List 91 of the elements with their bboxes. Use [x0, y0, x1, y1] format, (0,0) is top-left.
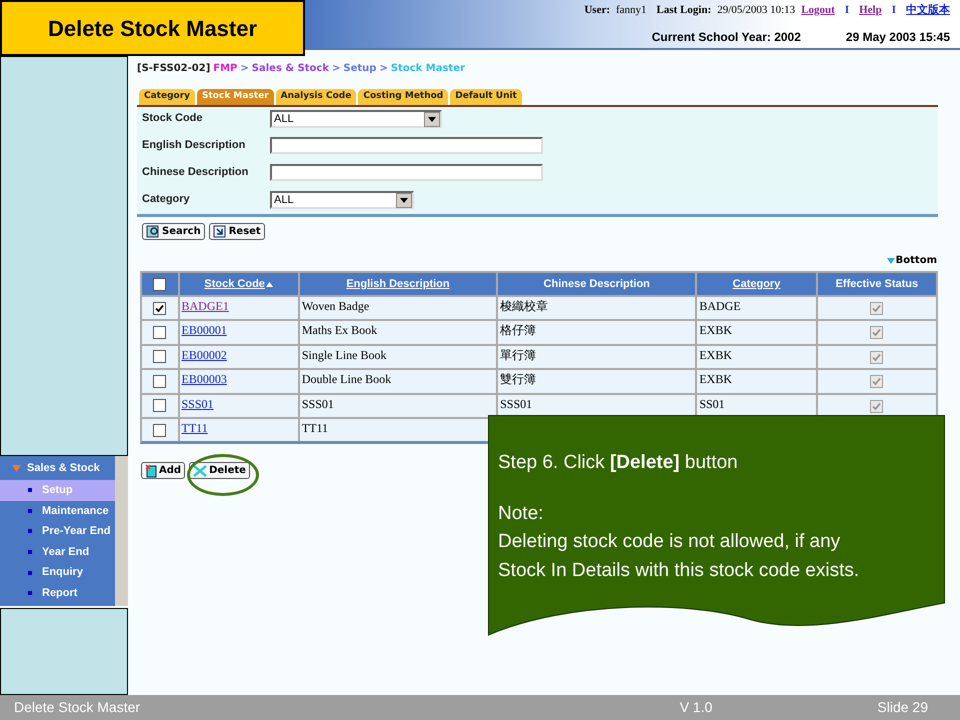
row-checkbox[interactable]: [153, 302, 166, 315]
note-title: Note:: [498, 502, 544, 526]
row-checkbox[interactable]: [153, 424, 166, 437]
link-separator: I: [892, 2, 896, 18]
school-year: Current School Year: 2002: [652, 29, 801, 46]
row-checkbox[interactable]: [153, 326, 166, 340]
bullet-icon: [28, 550, 32, 554]
user-name: fanny1: [616, 2, 647, 18]
toolbar-button[interactable]: Search: [142, 223, 205, 240]
dropdown[interactable]: ALL: [270, 191, 414, 209]
column-header: Chinese Description: [498, 273, 696, 295]
select-all-checkbox[interactable]: [153, 278, 166, 290]
table-cell: SSS01: [300, 394, 496, 417]
menu-item[interactable]: Report: [0, 582, 115, 604]
menu-item[interactable]: Year End: [0, 542, 115, 562]
field-label: Category: [142, 192, 191, 207]
menu-title: Sales & Stock: [27, 460, 100, 476]
last-login-label: Last Login:: [656, 2, 712, 18]
table-cell: Double Line Book: [300, 370, 496, 393]
menu-item[interactable]: Pre-Year End: [0, 521, 115, 542]
tab[interactable]: Analysis Code: [276, 89, 356, 105]
text-field[interactable]: [270, 137, 543, 154]
slide-number: Slide 29: [877, 698, 928, 717]
bottom-link[interactable]: Bottom: [886, 253, 937, 268]
table-cell: 梭織校章: [498, 297, 696, 320]
breadcrumb-separator: >: [379, 62, 388, 75]
column-header[interactable]: English Description: [300, 273, 496, 295]
toolbar-button[interactable]: Add: [141, 462, 186, 480]
breadcrumb-link[interactable]: Setup: [343, 61, 376, 75]
table-cell: 雙行簿: [498, 370, 696, 393]
menu-item[interactable]: Enquiry: [0, 562, 115, 583]
column-header[interactable]: Stock Code: [180, 273, 298, 295]
down-arrow-icon: [886, 258, 895, 264]
bullet-icon: [28, 508, 32, 513]
table-cell: 格仔簿: [498, 321, 696, 344]
screen-code: [S-FSS02-02]: [137, 62, 210, 75]
stock-code-link[interactable]: TT11: [182, 420, 208, 435]
table-cell: Woven Badge: [300, 297, 496, 320]
user-label: User:: [584, 2, 610, 18]
tab[interactable]: Category: [139, 89, 196, 105]
menu-item[interactable]: Maintenance: [0, 500, 115, 522]
bullet-icon: [28, 570, 32, 575]
version-label: V 1.0: [680, 698, 712, 717]
reset-icon: [212, 225, 227, 238]
table-cell: SSS01: [498, 394, 696, 417]
field-label: Stock Code: [142, 111, 204, 126]
breadcrumb-link[interactable]: Sales & Stock: [252, 61, 330, 75]
footer-title: Delete Stock Master: [14, 698, 142, 717]
tab[interactable]: Default Unit: [450, 89, 522, 105]
table-cell: Maths Ex Book: [300, 321, 496, 344]
slide-title: Delete Stock Master: [0, 0, 305, 56]
note-text: Deleting stock code is not allowed, if any Stock In Details with this stock code exists.: [498, 530, 860, 582]
row-checkbox[interactable]: [153, 374, 166, 388]
stock-code-link[interactable]: SSS01: [182, 396, 214, 411]
search-icon: [146, 225, 160, 238]
bullet-icon: [28, 529, 32, 534]
column-header[interactable]: Category: [697, 273, 816, 295]
current-datetime: 29 May 2003 15:45: [846, 29, 950, 46]
text-field[interactable]: [270, 164, 543, 181]
table-cell: EXBK: [697, 346, 816, 368]
cross-icon: [193, 464, 208, 477]
row-checkbox[interactable]: [153, 350, 166, 364]
bullet-icon: [28, 488, 32, 492]
bullet-icon: [28, 591, 32, 596]
field-label: Chinese Description: [142, 165, 250, 180]
breadcrumb-separator: >: [332, 62, 340, 75]
header-link[interactable]: 中文版本: [906, 2, 950, 18]
caret-icon: [12, 464, 21, 472]
column-header: Effective Status: [818, 273, 936, 295]
header-link[interactable]: Help: [859, 2, 882, 18]
header-link[interactable]: Logout: [801, 2, 835, 18]
table-cell: EXBK: [697, 370, 816, 393]
table-cell: 單行簿: [498, 346, 696, 368]
dropdown[interactable]: ALL: [270, 110, 442, 128]
toolbar-button[interactable]: Reset: [208, 223, 265, 240]
table-cell: Single Line Book: [300, 346, 496, 368]
tab[interactable]: Costing Method: [358, 89, 448, 105]
row-checkbox[interactable]: [153, 399, 166, 412]
last-login-time: 29/05/2003 10:13: [717, 2, 796, 18]
highlight-ellipse: [187, 454, 259, 496]
callout-step: Step 6. Click [Delete] button: [498, 449, 870, 478]
table-cell: SS01: [697, 394, 816, 417]
link-separator: I: [844, 2, 850, 18]
breadcrumb-link[interactable]: FMP: [213, 61, 238, 75]
toolbar-button[interactable]: Delete: [189, 462, 250, 480]
new-document-icon: [145, 464, 157, 478]
sort-arrow-icon: [266, 282, 273, 286]
table-cell: EXBK: [697, 321, 816, 344]
breadcrumb-separator: >: [240, 62, 249, 75]
field-label: English Description: [142, 138, 246, 153]
table-cell: BADGE: [697, 297, 816, 320]
